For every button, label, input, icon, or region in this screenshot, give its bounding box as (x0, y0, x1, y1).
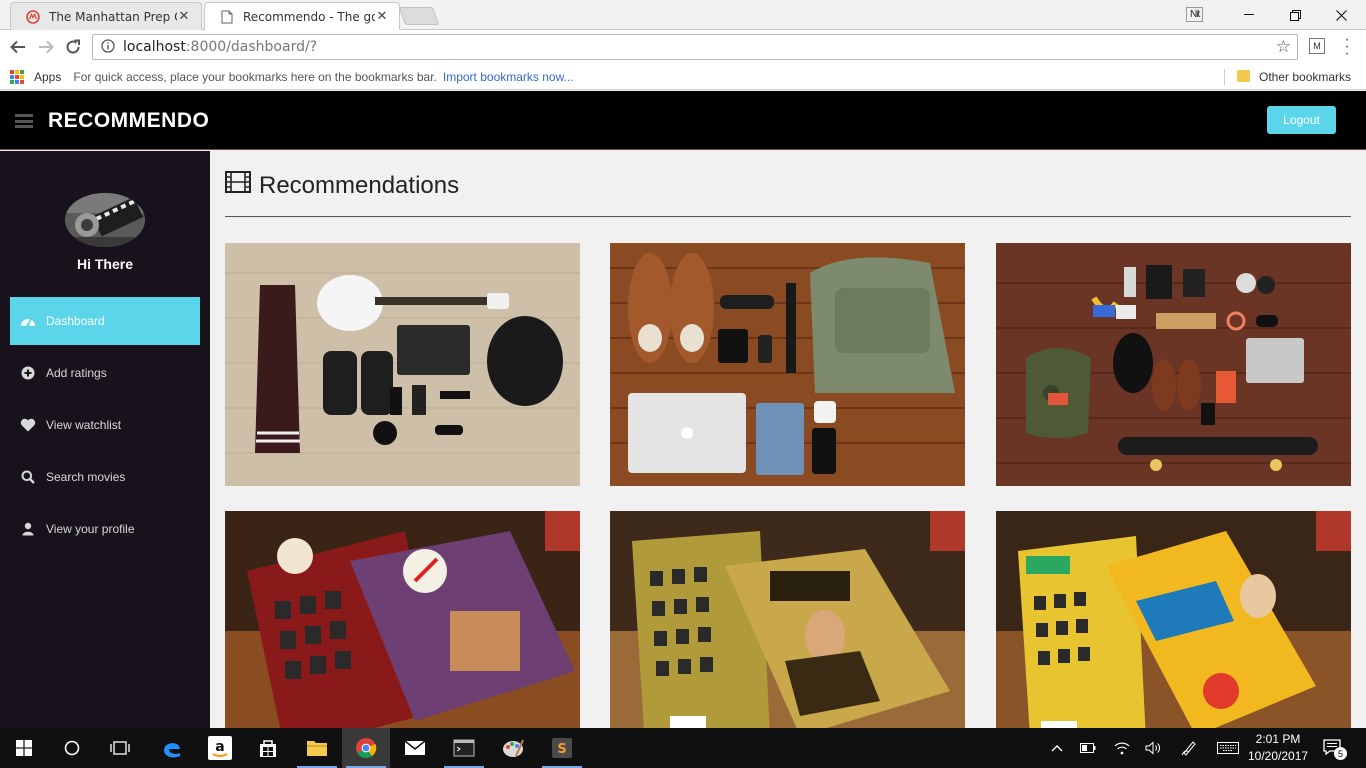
sidebar: Hi There Dashboard Add ratings View watc… (0, 151, 210, 728)
app-header: RECOMMENDO Logout (0, 91, 1366, 150)
sidebar-item-search-movies[interactable]: Search movies (10, 453, 200, 501)
extension-icon[interactable]: M (1309, 38, 1325, 54)
site-info-icon[interactable] (97, 38, 119, 56)
browser-tab-recommendo[interactable]: Recommendo - The go-t ✕ (204, 2, 400, 30)
task-view-icon[interactable] (96, 728, 144, 768)
folder-icon (1237, 70, 1250, 82)
browser-menu-icon[interactable]: · · · (1340, 32, 1354, 62)
browser-tab-manhattan-prep[interactable]: The Manhattan Prep GRE ✕ (10, 2, 202, 30)
amazon-icon[interactable]: a (196, 728, 244, 768)
logout-button[interactable]: Logout (1267, 106, 1336, 134)
notifications-icon[interactable]: 5 (1318, 728, 1348, 768)
cortana-search-icon[interactable] (48, 728, 96, 768)
hamburger-menu-icon[interactable] (15, 114, 33, 128)
file-explorer-icon[interactable] (293, 728, 341, 768)
paint-icon[interactable] (489, 728, 537, 768)
bookmarks-divider (1224, 69, 1225, 85)
clock-date: 10/20/2017 (1248, 749, 1309, 763)
browser-toolbar: localhost:8000/dashboard/? ☆ M · · · (0, 30, 1366, 64)
apps-grid-icon[interactable] (10, 69, 24, 84)
recommendation-card-6[interactable] (996, 511, 1351, 728)
sidebar-item-label: View your profile (46, 522, 135, 536)
recommendation-card-1[interactable] (225, 243, 580, 486)
new-tab-button[interactable] (398, 7, 440, 25)
reload-icon[interactable] (62, 36, 84, 58)
sidebar-item-label: Dashboard (46, 314, 105, 328)
dashboard-icon (20, 313, 36, 329)
sidebar-item-dashboard[interactable]: Dashboard (10, 297, 200, 345)
other-bookmarks-link[interactable]: Other bookmarks (1259, 70, 1351, 84)
wifi-icon[interactable] (1111, 728, 1133, 768)
sidebar-item-label: View watchlist (46, 418, 122, 432)
forward-arrow-icon[interactable] (35, 36, 57, 58)
brand-logo[interactable]: RECOMMENDO (48, 109, 209, 133)
edge-browser-icon[interactable] (148, 728, 196, 768)
sublime-text-icon[interactable]: S (538, 728, 586, 768)
browser-tab-strip: The Manhattan Prep GRE ✕ Recommendo - Th… (0, 0, 1366, 30)
heading-divider (225, 216, 1351, 217)
volume-icon[interactable] (1142, 728, 1164, 768)
chrome-icon[interactable] (342, 728, 390, 768)
heart-icon (20, 417, 36, 433)
recommendation-card-2[interactable] (610, 243, 965, 486)
close-window-icon[interactable] (1318, 0, 1364, 30)
clock-time: 2:01 PM (1255, 732, 1301, 746)
pen-ink-icon[interactable] (1178, 728, 1200, 768)
sidebar-item-view-profile[interactable]: View your profile (10, 505, 200, 553)
page-favicon-icon (219, 9, 235, 25)
windows-start-icon[interactable] (0, 728, 48, 768)
bookmarks-bar: Apps For quick access, place your bookma… (0, 64, 1366, 90)
user-icon (20, 521, 36, 537)
page-title: Recommendations (225, 171, 459, 200)
sidebar-item-label: Search movies (46, 470, 126, 484)
bookmark-star-icon[interactable]: ☆ (1276, 37, 1291, 57)
taskbar-clock[interactable]: 2:01 PM 10/20/2017 (1248, 731, 1308, 765)
svg-text:S: S (557, 742, 566, 757)
bookmarks-hint: For quick access, place your bookmarks h… (73, 69, 437, 84)
import-bookmarks-link[interactable]: Import bookmarks now... (443, 70, 574, 84)
windows-taskbar: a S 2:01 PM 10/20/2017 5 (0, 728, 1366, 768)
recommendation-card-5[interactable] (610, 511, 965, 728)
url-path: :8000/dashboard/? (185, 39, 318, 55)
terminal-icon[interactable] (440, 728, 488, 768)
profile-chip[interactable]: Nit (1186, 7, 1204, 22)
apps-link[interactable]: Apps (34, 70, 61, 84)
main-content: Recommendations (210, 151, 1366, 728)
chevron-up-icon[interactable] (1046, 728, 1068, 768)
keyboard-icon[interactable] (1214, 728, 1242, 768)
close-tab-icon[interactable]: ✕ (375, 9, 389, 24)
mail-icon[interactable] (391, 728, 439, 768)
close-tab-icon[interactable]: ✕ (177, 9, 191, 24)
battery-icon[interactable] (1077, 728, 1099, 768)
avatar[interactable] (65, 193, 145, 247)
recommendation-card-4[interactable] (225, 511, 580, 728)
svg-text:a: a (215, 739, 224, 755)
search-icon (20, 469, 36, 485)
restore-window-icon[interactable] (1272, 0, 1318, 30)
store-icon[interactable] (244, 728, 292, 768)
address-bar[interactable]: localhost:8000/dashboard/? ☆ (92, 34, 1298, 60)
sidebar-item-view-watchlist[interactable]: View watchlist (10, 401, 200, 449)
manhattan-prep-favicon-icon (25, 9, 41, 25)
tab-title: The Manhattan Prep GRE (49, 9, 177, 24)
sidebar-item-add-ratings[interactable]: Add ratings (10, 349, 200, 397)
url-text: localhost:8000/dashboard/? (123, 39, 317, 55)
plus-circle-icon (20, 365, 36, 381)
sidebar-item-label: Add ratings (46, 366, 107, 380)
greeting-text: Hi There (76, 256, 133, 272)
recommendation-card-3[interactable] (996, 243, 1351, 486)
notification-count-badge: 5 (1334, 747, 1347, 760)
back-arrow-icon[interactable] (7, 36, 29, 58)
film-icon (225, 171, 251, 200)
url-host: localhost (123, 39, 186, 55)
tab-title: Recommendo - The go-t (243, 9, 375, 24)
minimize-window-icon[interactable] (1226, 0, 1272, 30)
page-title-text: Recommendations (259, 171, 460, 199)
